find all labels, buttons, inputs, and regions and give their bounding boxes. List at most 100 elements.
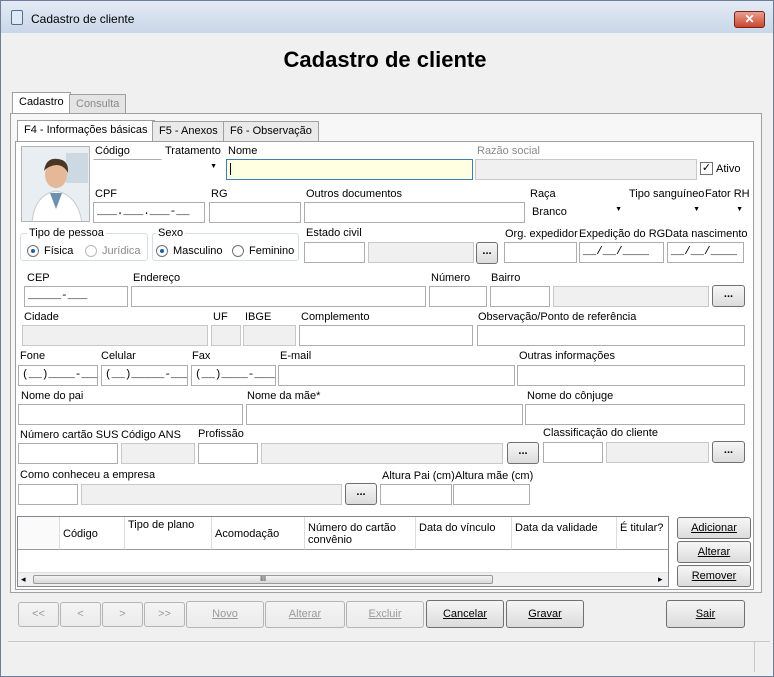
column-header-titular[interactable]: É titular? [617,517,668,550]
estado-civil-search-button[interactable]: ... [476,242,498,264]
email-label: E-mail [280,350,312,362]
outros-documentos-input[interactable] [304,202,525,223]
complemento-input[interactable] [299,325,473,346]
email-input[interactable] [278,365,515,386]
status-bar-divider [754,642,755,672]
cancelar-button[interactable]: Cancelar [426,600,504,628]
rg-input[interactable] [209,202,301,223]
gravar-label: Gravar [528,608,562,620]
adicionar-button[interactable]: Adicionar [677,517,751,539]
tab-informacoes-basicas[interactable]: F4 - Informações básicas [17,120,155,142]
raca-value: Branco [532,206,567,218]
cpf-label: CPF [95,188,117,200]
previous-record-button[interactable]: < [60,602,101,627]
ibge-input[interactable] [243,325,296,346]
alterar-plano-button[interactable]: Alterar [677,541,751,563]
bairro-search-button[interactable]: ... [712,285,745,307]
codigo-ans-input[interactable] [121,443,195,464]
bairro-code-input[interactable] [490,286,550,307]
scroll-right-icon[interactable]: ▸ [658,574,663,585]
profissao-desc-input[interactable] [261,443,503,464]
juridica-radio[interactable] [85,245,97,257]
masculino-radio[interactable] [156,245,168,257]
org-expedidor-label: Org. expedidor [505,228,578,240]
classificacao-search-button[interactable]: ... [712,441,745,463]
alterar-button[interactable]: Alterar [265,601,345,628]
column-header-numero-cartao[interactable]: Número do cartão convênio [305,517,416,550]
client-photo[interactable] [21,146,90,222]
org-expedidor-input[interactable] [504,242,577,263]
nome-input[interactable] [226,159,473,180]
tratamento-select[interactable]: ▼ [163,159,221,180]
data-nascimento-input[interactable]: __/__/____ [667,242,744,263]
excluir-button[interactable]: Excluir [346,601,424,628]
novo-button[interactable]: Novo [186,601,264,628]
gravar-button[interactable]: Gravar [506,600,584,628]
classificacao-desc-input[interactable] [606,442,709,463]
codigo-input[interactable] [93,159,162,180]
observacao-label: Observação/Ponto de referência [478,311,637,323]
column-header-acomodacao[interactable]: Acomodação [212,517,305,550]
numero-input[interactable] [429,286,487,307]
column-header-data-vinculo[interactable]: Data do vínculo [416,517,512,550]
remover-button[interactable]: Remover [677,565,751,587]
sair-button[interactable]: Sair [666,600,745,628]
como-conheceu-code-input[interactable] [18,484,78,505]
column-header-tipo-plano[interactable]: Tipo de plano [125,517,212,550]
classificacao-code-input[interactable] [543,442,603,463]
tipo-sanguineo-label: Tipo sanguíneo [629,188,705,200]
first-record-button[interactable]: << [18,602,59,627]
tab-anexos[interactable]: F5 - Anexos [152,121,225,141]
tipo-sanguineo-select[interactable]: ▼ [628,202,704,223]
fisica-radio[interactable] [27,245,39,257]
fator-rh-select[interactable]: ▼ [705,202,747,223]
next-record-button[interactable]: > [102,602,143,627]
scroll-left-icon[interactable]: ◂ [21,574,26,585]
expedicao-rg-input[interactable]: __/__/____ [579,242,664,263]
razao-social-label: Razão social [477,145,540,157]
nome-mae-input[interactable] [246,404,523,425]
close-button[interactable]: ✕ [734,11,765,28]
tab-consulta[interactable]: Consulta [69,94,127,114]
column-header-data-validade[interactable]: Data da validade [512,517,617,550]
observacao-input[interactable] [477,325,745,346]
altura-mae-input[interactable] [453,484,530,505]
fone-input[interactable]: (__)____-____ [18,365,98,386]
nome-pai-input[interactable] [18,404,243,425]
fax-input[interactable]: (__)____-____ [191,365,276,386]
tab-cadastro[interactable]: Cadastro [12,92,71,114]
como-conheceu-desc-input[interactable] [81,484,342,505]
scroll-thumb[interactable]: III [33,575,493,584]
ativo-checkbox[interactable]: ✓ [700,162,713,175]
title-bar[interactable]: Cadastro de cliente ✕ [1,1,773,33]
nome-label: Nome [228,145,258,157]
estado-civil-code-input[interactable] [304,242,365,263]
cep-input[interactable]: _____-___ [24,286,128,307]
chevron-down-icon: ▼ [736,206,743,213]
nome-pai-label: Nome do pai [21,390,84,402]
cidade-input[interactable] [22,325,208,346]
celular-input[interactable]: (__)_____-____ [101,365,188,386]
numero-sus-input[interactable] [18,443,118,464]
tab-observacao[interactable]: F6 - Observação [223,121,319,141]
uf-input[interactable] [211,325,241,346]
raca-select[interactable]: Branco ▼ [528,202,626,223]
como-conheceu-search-button[interactable]: ... [345,483,377,505]
bairro-desc-input[interactable] [553,286,709,307]
profissao-search-button[interactable]: ... [507,442,539,464]
feminino-radio[interactable] [232,245,244,257]
altura-pai-label: Altura Pai (cm) [382,470,455,482]
nome-conjuge-input[interactable] [525,404,745,425]
profissao-code-input[interactable] [198,443,258,464]
altura-pai-input[interactable] [380,484,452,505]
last-record-button[interactable]: >> [144,602,185,627]
outras-informacoes-input[interactable] [517,365,745,386]
cpf-input[interactable]: ___.___.___-__ [93,202,205,223]
estado-civil-desc-input[interactable] [368,242,474,263]
column-header-codigo[interactable]: Código [60,517,125,550]
razao-social-input[interactable] [475,159,697,180]
ibge-label: IBGE [245,311,272,323]
expedicao-rg-label: Expedição do RG [579,228,666,240]
table-horizontal-scrollbar[interactable]: ◂ III ▸ [18,572,668,586]
endereco-input[interactable] [131,286,426,307]
